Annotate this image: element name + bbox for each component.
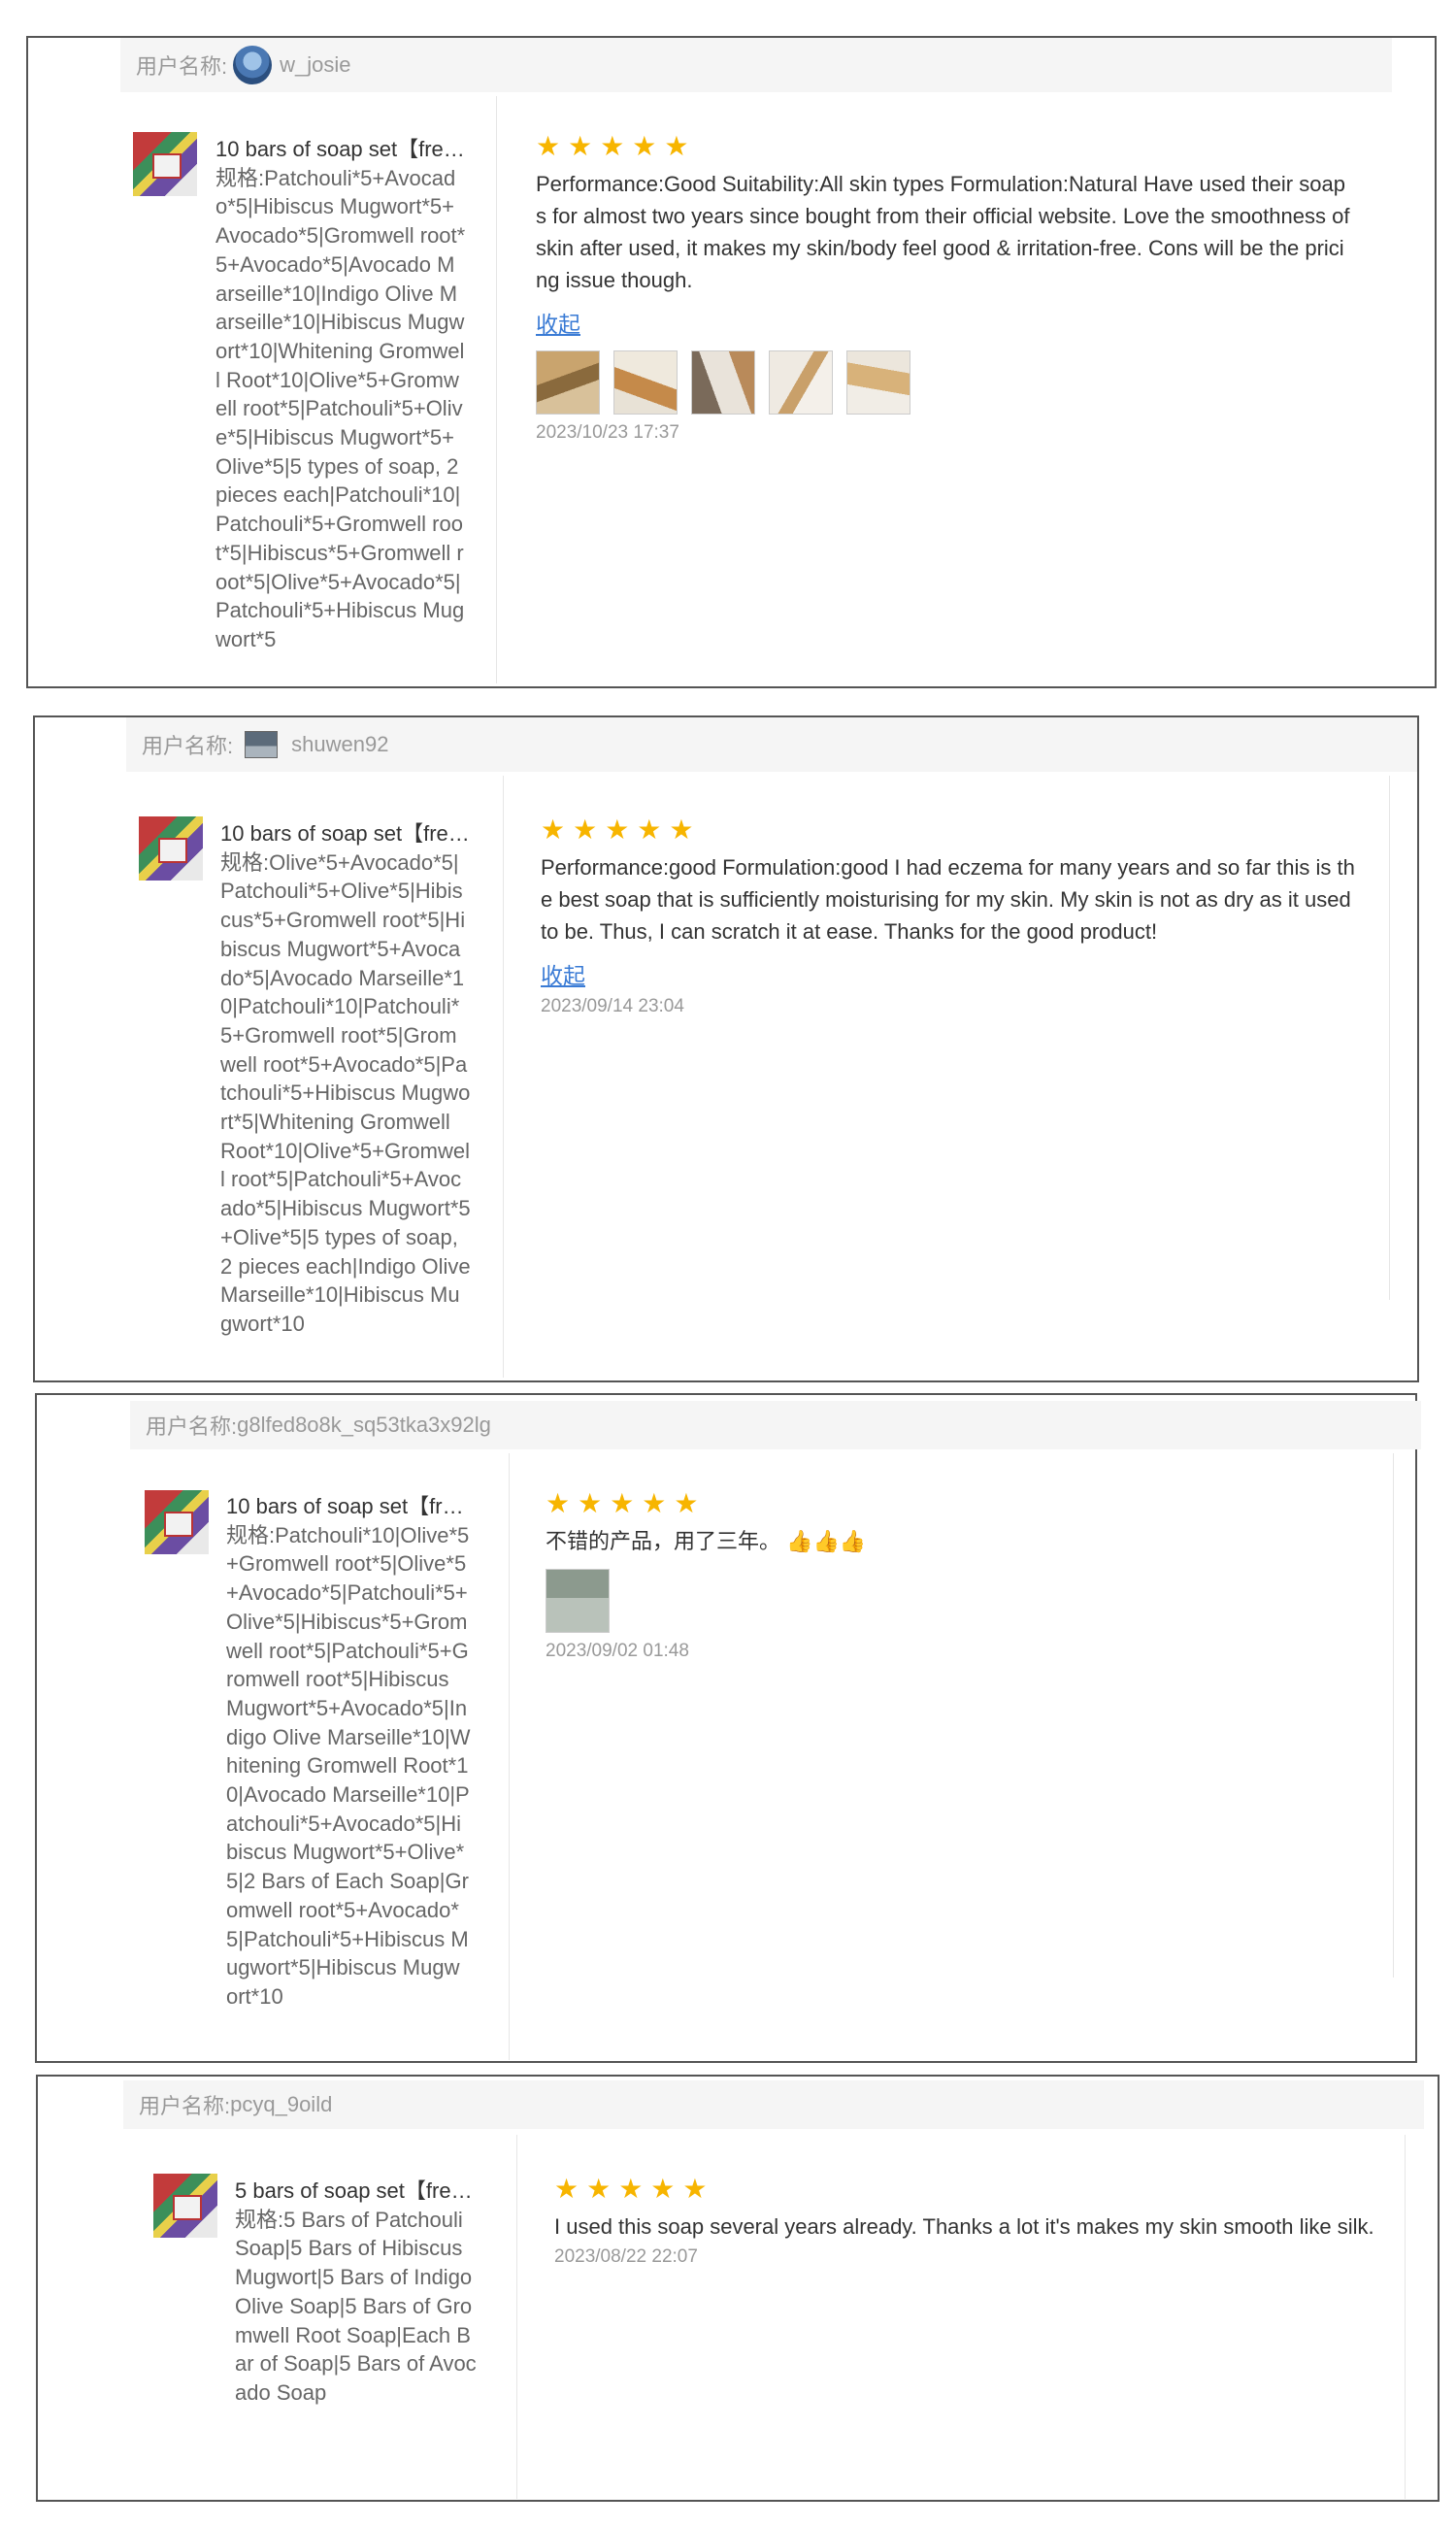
star-rating: ★★★★★ xyxy=(536,131,697,161)
product-thumbnail[interactable] xyxy=(145,1490,209,1554)
product-spec: 规格:Patchouli*10|Olive*5+Gromwell root*5|… xyxy=(226,1522,471,2009)
user-name-label: 用户名称: xyxy=(136,54,228,79)
review-photo[interactable] xyxy=(546,1569,610,1633)
review-date: 2023/09/14 23:04 xyxy=(541,996,684,1016)
user-bar: 用户名称: w_josie xyxy=(120,38,1392,92)
avatar[interactable] xyxy=(233,46,273,84)
product-spec: 规格:Patchouli*5+Avocado*5|Hibiscus Mugwor… xyxy=(215,165,466,651)
review-photos xyxy=(546,1569,1361,1633)
review-card: 用户名称: g8lfed8o8k_sq53tka3x92lg 10 bars o… xyxy=(35,1393,1421,2063)
user-bar: 用户名称: shuwen92 xyxy=(126,717,1417,772)
review-card: 用户名称: w_josie 10 bars of soap set【free s… xyxy=(26,36,1437,688)
product-thumbnail[interactable] xyxy=(133,132,197,196)
product-info: 10 bars of soap set【free shipping】 规格:Ol… xyxy=(220,819,471,1339)
review-text: 不错的产品，用了三年。 👍👍👍 xyxy=(546,1525,1361,1557)
product-title[interactable]: 5 bars of soap set【free shipping】 xyxy=(235,2177,480,2206)
review-date: 2023/08/22 22:07 xyxy=(554,2246,698,2267)
review-content: ★★★★★ Performance:Good Suitability:All s… xyxy=(536,131,1351,444)
review-text: Performance:Good Suitability:All skin ty… xyxy=(536,172,1350,292)
product-thumbnail[interactable] xyxy=(153,2174,217,2238)
review-text-body: 不错的产品，用了三年。 xyxy=(546,1529,781,1553)
column-divider xyxy=(1393,1453,1394,1978)
product-title[interactable]: 10 bars of soap set【free shipping】 xyxy=(226,1492,471,1521)
collapse-link[interactable]: 收起 xyxy=(541,957,585,990)
product-title[interactable]: 10 bars of soap set【free shipping】 xyxy=(215,135,466,164)
review-text: I used this soap several years already. … xyxy=(554,2214,1374,2239)
product-info: 10 bars of soap set【free shipping】 规格:Pa… xyxy=(226,1492,471,2012)
review-photo[interactable] xyxy=(536,350,600,415)
review-card: 用户名称: pcyq_9oild 5 bars of soap set【free… xyxy=(36,2075,1439,2502)
review-content: ★★★★★ I used this soap several years alr… xyxy=(554,2174,1374,2268)
avatar[interactable] xyxy=(245,731,279,758)
username[interactable]: pcyq_9oild xyxy=(230,2092,332,2117)
star-rating: ★★★★★ xyxy=(541,815,702,845)
user-name-label: 用户名称: xyxy=(142,734,234,758)
thumbs-up-icon: 👍👍👍 xyxy=(786,1529,867,1553)
review-text: Performance:good Formulation:good I had … xyxy=(541,855,1355,944)
product-thumbnail[interactable] xyxy=(139,816,203,881)
product-spec: 规格:Olive*5+Avocado*5|Patchouli*5+Olive*5… xyxy=(220,849,471,1336)
star-rating: ★★★★★ xyxy=(554,2174,715,2204)
column-divider xyxy=(1405,2135,1406,2499)
column-divider xyxy=(516,2135,517,2499)
review-photos xyxy=(536,350,1351,415)
username[interactable]: w_josie xyxy=(280,52,350,78)
review-photo[interactable] xyxy=(613,350,678,415)
collapse-link[interactable]: 收起 xyxy=(536,306,580,339)
product-spec: 规格:5 Bars of Patchouli Soap|5 Bars of Hi… xyxy=(235,2207,477,2405)
user-name-label: 用户名称: xyxy=(139,2094,231,2118)
user-bar: 用户名称: pcyq_9oild xyxy=(123,2080,1424,2129)
username[interactable]: g8lfed8o8k_sq53tka3x92lg xyxy=(237,1413,491,1438)
user-bar: 用户名称: g8lfed8o8k_sq53tka3x92lg xyxy=(130,1401,1421,1449)
column-divider xyxy=(496,96,497,683)
column-divider xyxy=(1389,776,1390,1300)
review-content: ★★★★★ Performance:good Formulation:good … xyxy=(541,815,1361,1017)
review-photo[interactable] xyxy=(846,350,910,415)
user-name-label: 用户名称: xyxy=(146,1414,238,1439)
column-divider xyxy=(509,1453,510,2060)
star-rating: ★★★★★ xyxy=(546,1488,707,1518)
review-content: ★★★★★ 不错的产品，用了三年。 👍👍👍 2023/09/02 01:48 xyxy=(546,1488,1361,1662)
product-title[interactable]: 10 bars of soap set【free shipping】 xyxy=(220,819,471,848)
review-photo[interactable] xyxy=(691,350,755,415)
username[interactable]: shuwen92 xyxy=(291,732,388,757)
review-date: 2023/09/02 01:48 xyxy=(546,1641,689,1661)
review-photo[interactable] xyxy=(769,350,833,415)
column-divider xyxy=(503,776,504,1378)
review-date: 2023/10/23 17:37 xyxy=(536,422,679,443)
product-info: 5 bars of soap set【free shipping】 规格:5 B… xyxy=(235,2177,480,2408)
review-card: 用户名称: shuwen92 10 bars of soap set【free … xyxy=(33,715,1419,1382)
product-info: 10 bars of soap set【free shipping】 规格:Pa… xyxy=(215,135,466,654)
